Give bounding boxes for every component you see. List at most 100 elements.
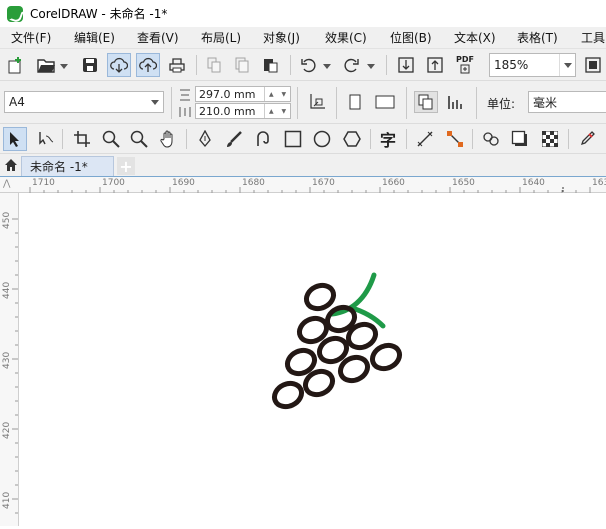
drawing-canvas[interactable] xyxy=(20,194,606,526)
document-tab-bar: 未命名 -1* + xyxy=(0,154,606,176)
page-height-value: 210.0 mm xyxy=(199,104,256,118)
artistic-media-tool-icon[interactable] xyxy=(222,128,246,150)
zoom-level-value: 185% xyxy=(494,58,529,72)
menu-bitmaps[interactable]: 位图(B) xyxy=(390,29,432,46)
open-dropdown-icon[interactable] xyxy=(59,61,69,71)
grape-berry[interactable] xyxy=(303,281,338,313)
ruler-v-label: 440 xyxy=(2,281,12,299)
coreldraw-logo-icon xyxy=(7,5,23,22)
title-bar: CorelDRAW - 未命名 -1* xyxy=(0,0,606,27)
pick-tool-icon[interactable] xyxy=(3,127,27,151)
page-height-field[interactable]: 210.0 mm ▲ ▼ xyxy=(195,103,291,119)
menu-effects[interactable]: 效果(C) xyxy=(325,29,367,46)
eyedropper-tool-icon[interactable] xyxy=(574,128,600,150)
toolbar-separator xyxy=(297,87,298,119)
redo-icon[interactable] xyxy=(342,55,362,75)
ellipse-tool-icon[interactable] xyxy=(309,128,335,150)
ruler-v-label: 450 xyxy=(2,211,12,229)
save-icon[interactable] xyxy=(80,55,100,75)
page-height-spinner[interactable]: ▲ ▼ xyxy=(264,104,290,118)
grape-berry[interactable] xyxy=(369,341,404,373)
all-pages-icon[interactable] xyxy=(414,91,438,113)
undo-dropdown-icon[interactable] xyxy=(322,61,332,71)
copy-icon[interactable] xyxy=(232,55,252,75)
toolbar-separator xyxy=(171,87,172,119)
export-icon[interactable] xyxy=(425,55,445,75)
full-screen-preview-icon[interactable] xyxy=(583,55,603,75)
rectangle-tool-icon[interactable] xyxy=(280,128,306,150)
toolbar-separator xyxy=(386,55,387,75)
toolbar-separator xyxy=(336,87,337,119)
crop-tool-icon[interactable] xyxy=(70,128,94,150)
units-label: 单位: xyxy=(487,97,516,111)
toolbar-separator xyxy=(62,129,63,149)
ruler-v-label: 420 xyxy=(2,421,12,439)
zoom-out-tool-icon[interactable] xyxy=(127,128,151,150)
home-icon[interactable] xyxy=(0,154,21,176)
current-page-icon[interactable] xyxy=(444,91,468,113)
print-icon[interactable] xyxy=(167,55,187,75)
transparency-tool-icon[interactable] xyxy=(537,128,563,150)
page-size-select[interactable]: A4 xyxy=(4,91,164,113)
pan-tool-icon[interactable] xyxy=(156,128,180,150)
redo-dropdown-icon[interactable] xyxy=(366,61,376,71)
menu-tools[interactable]: 工具 xyxy=(581,29,605,46)
grapes-artwork[interactable] xyxy=(20,194,606,526)
vertical-ruler[interactable]: 450 440 430 420 410 xyxy=(0,193,19,526)
open-folder-icon[interactable] xyxy=(36,55,56,75)
tab-document[interactable]: 未命名 -1* xyxy=(21,156,114,176)
cloud-download-icon[interactable] xyxy=(107,53,131,77)
text-tool-icon[interactable]: 字 xyxy=(376,128,400,150)
page-height-icon xyxy=(178,104,192,120)
page-width-spinner[interactable]: ▲ ▼ xyxy=(264,87,290,101)
zoom-tool-icon[interactable] xyxy=(99,128,123,150)
ruler-v-label: 430 xyxy=(2,351,12,369)
toolbar-separator xyxy=(196,55,197,75)
undo-icon[interactable] xyxy=(298,55,318,75)
page-width-field[interactable]: 297.0 mm ▲ ▼ xyxy=(195,86,291,102)
horizontal-ruler[interactable]: ⋀ 1710 1700 1690 1680 1670 1660 1650 164… xyxy=(0,176,606,193)
toolbar-separator xyxy=(472,129,473,149)
drop-shadow-tool-icon[interactable] xyxy=(507,128,533,150)
blend-tool-icon[interactable] xyxy=(478,128,504,150)
toolbar-separator xyxy=(186,129,187,149)
paste-icon[interactable] xyxy=(260,55,280,75)
landscape-orientation-icon[interactable] xyxy=(372,91,398,113)
page-size-dropdown-icon[interactable] xyxy=(147,92,163,112)
property-bar: A4 297.0 mm ▲ ▼ 210.0 mm ▲ ▼ 单位: 毫米 xyxy=(0,81,606,124)
page-width-icon xyxy=(178,87,192,103)
tab-document-label: 未命名 -1* xyxy=(30,160,88,174)
zoom-level-select[interactable]: 185% xyxy=(489,53,576,77)
shape-tool-icon[interactable] xyxy=(33,128,57,150)
publish-pdf-icon[interactable]: PDF xyxy=(453,54,477,76)
polygon-tool-icon[interactable] xyxy=(339,128,365,150)
pdf-label: PDF xyxy=(456,55,474,64)
portrait-orientation-icon[interactable] xyxy=(344,91,366,113)
menu-table[interactable]: 表格(T) xyxy=(517,29,558,46)
page-sizing-icon[interactable] xyxy=(306,91,328,113)
menu-text[interactable]: 文本(X) xyxy=(454,29,496,46)
menu-file[interactable]: 文件(F) xyxy=(11,29,51,46)
bezier-curve-tool-icon[interactable] xyxy=(251,128,275,150)
pen-tool-icon[interactable] xyxy=(193,128,217,150)
grape-berry[interactable] xyxy=(271,379,306,411)
cut-icon[interactable] xyxy=(204,55,224,75)
toolbar-separator xyxy=(568,129,569,149)
menu-view[interactable]: 查看(V) xyxy=(137,29,179,46)
menu-bar: 文件(F) 编辑(E) 查看(V) 布局(L) 对象(J) 效果(C) 位图(B… xyxy=(0,27,606,49)
import-icon[interactable] xyxy=(396,55,416,75)
menu-object[interactable]: 对象(J) xyxy=(263,29,300,46)
units-select[interactable]: 毫米 xyxy=(528,91,606,113)
toolbar-separator xyxy=(406,87,407,119)
page-size-value: A4 xyxy=(9,95,25,109)
page-width-value: 297.0 mm xyxy=(199,87,256,101)
toolbar-separator xyxy=(476,87,477,119)
zoom-dropdown-icon[interactable] xyxy=(559,54,575,76)
add-document-tab-button[interactable]: + xyxy=(117,157,135,176)
menu-edit[interactable]: 编辑(E) xyxy=(74,29,115,46)
connector-tool-icon[interactable] xyxy=(442,128,468,150)
menu-layout[interactable]: 布局(L) xyxy=(201,29,241,46)
new-document-icon[interactable] xyxy=(6,55,26,75)
parallel-dimension-tool-icon[interactable] xyxy=(413,128,437,150)
cloud-upload-icon[interactable] xyxy=(136,53,160,77)
